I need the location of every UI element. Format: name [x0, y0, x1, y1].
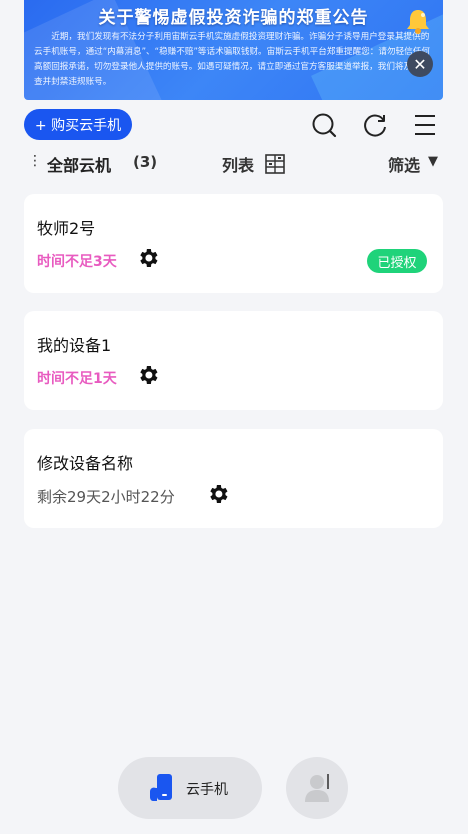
- device-time-remaining: 时间不足1天: [37, 371, 117, 387]
- device-card[interactable]: 牧师2号 时间不足3天 已授权: [24, 194, 443, 293]
- search-icon[interactable]: [311, 112, 337, 138]
- device-time-remaining: 剩余29天2小时22分: [37, 488, 175, 506]
- close-icon[interactable]: ✕: [407, 51, 433, 77]
- chevron-down-icon[interactable]: ▼: [428, 154, 438, 169]
- all-devices-label[interactable]: 全部云机: [47, 152, 111, 176]
- authorized-badge: 已授权: [367, 249, 427, 273]
- view-mode-label[interactable]: 列表: [222, 152, 254, 176]
- device-count: (3): [133, 153, 158, 171]
- device-filter-row: ⋮ 全部云机 (3) 列表 筛选 ▼: [0, 150, 468, 176]
- device-name: 修改设备名称: [37, 454, 134, 473]
- device-time-remaining: 时间不足3天: [37, 254, 117, 270]
- banner-body: 近期，我们发现有不法分子利用宙斯云手机实施虚假投资理财诈骗。诈骗分子诱导用户登录…: [34, 32, 430, 87]
- cloud-phone-icon: [150, 774, 172, 801]
- menu-icon[interactable]: [412, 112, 438, 138]
- grid-view-icon[interactable]: [265, 154, 285, 174]
- device-card[interactable]: 我的设备1 时间不足1天: [24, 311, 443, 410]
- banner-title: 关于警惕虚假投资诈骗的郑重公告: [98, 8, 369, 28]
- user-icon: [305, 774, 329, 802]
- device-card[interactable]: 修改设备名称 剩余29天2小时22分: [24, 429, 443, 528]
- bell-icon: [407, 10, 429, 34]
- group-handle-icon[interactable]: ⋮: [28, 153, 42, 169]
- gear-icon[interactable]: [136, 363, 160, 387]
- gear-icon[interactable]: [136, 246, 160, 270]
- filter-button[interactable]: 筛选: [388, 152, 420, 176]
- nav-cloud-phone-label: 云手机: [186, 782, 228, 798]
- device-name: 牧师2号: [37, 219, 96, 238]
- buy-cloud-phone-button[interactable]: + 购买云手机: [24, 109, 132, 140]
- announcement-banner[interactable]: 关于警惕虚假投资诈骗的郑重公告 近期，我们发现有不法分子利用宙斯云手机实施虚假投…: [24, 0, 443, 100]
- nav-profile[interactable]: [286, 757, 348, 819]
- gear-icon[interactable]: [206, 482, 230, 506]
- nav-cloud-phone[interactable]: 云手机: [118, 757, 262, 819]
- device-name: 我的设备1: [37, 336, 112, 355]
- refresh-icon[interactable]: [362, 112, 388, 138]
